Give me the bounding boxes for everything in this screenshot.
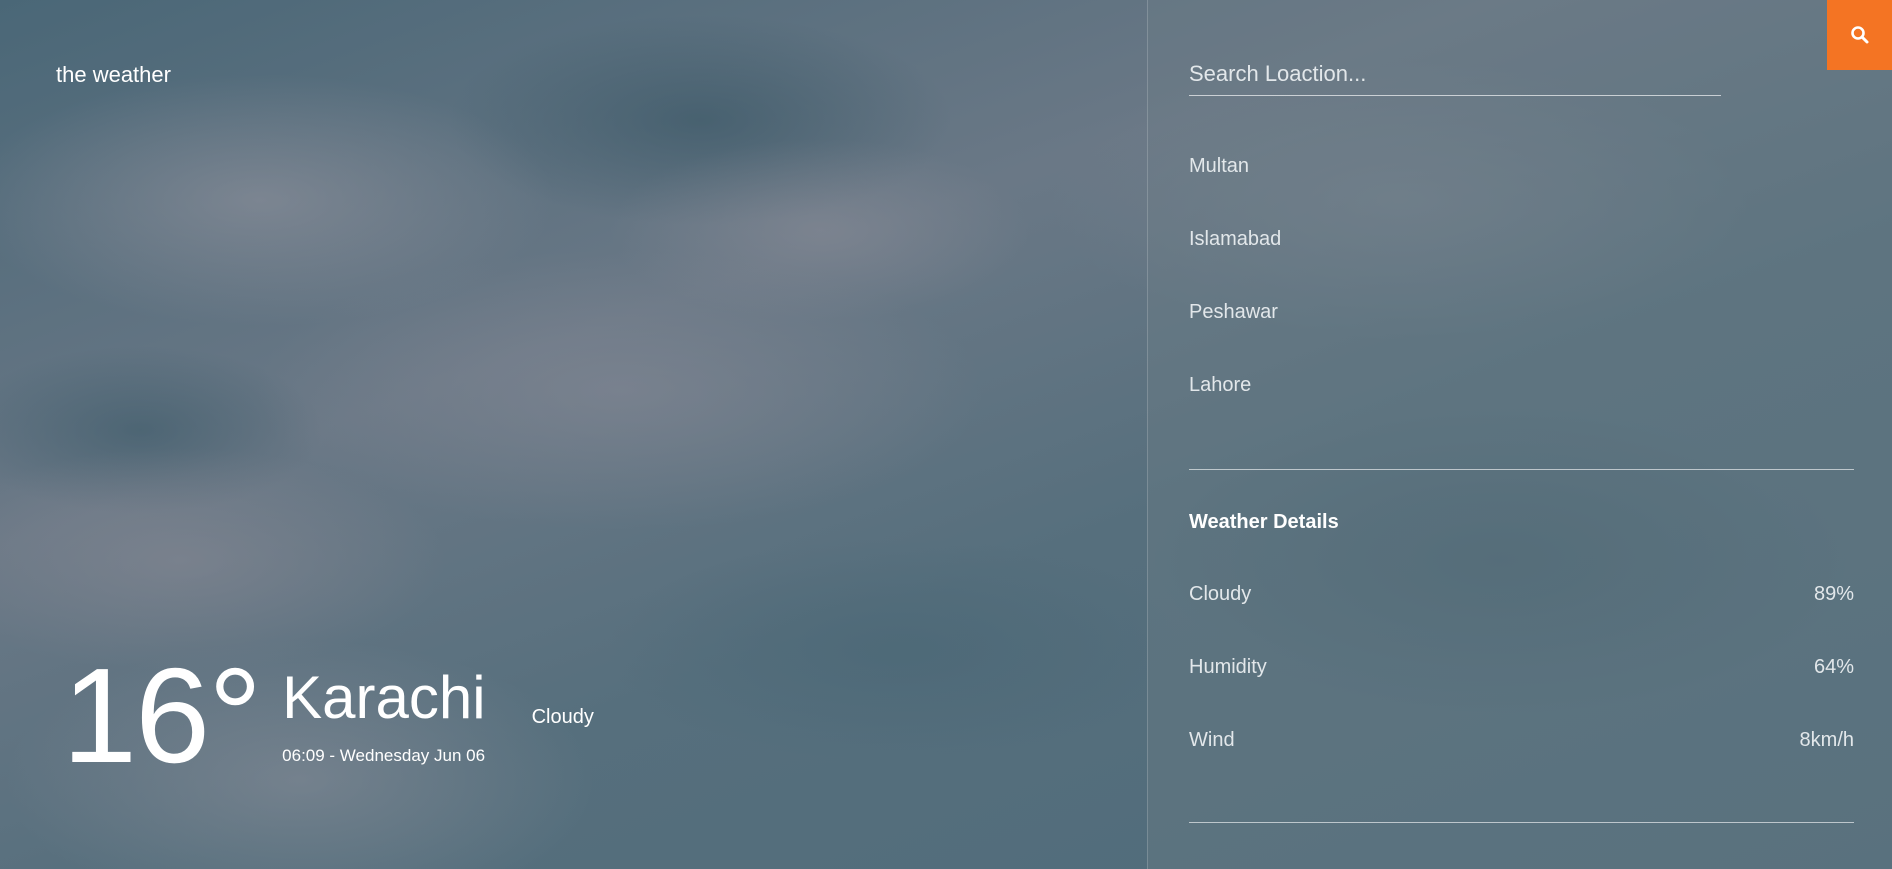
city-item[interactable]: Peshawar [1189, 301, 1281, 374]
search-icon [1850, 26, 1868, 44]
detail-value: 64% [1813, 656, 1854, 678]
detail-row-cloudy: Cloudy 89% [1189, 583, 1854, 656]
detail-row-wind: Wind 8km/h [1189, 729, 1854, 802]
brand-logo: the weather [56, 62, 171, 87]
divider [1189, 822, 1854, 823]
date-time: 06:09 - Wednesday Jun 06 [282, 746, 486, 765]
weather-details: Cloudy 89% Humidity 64% Wind 8km/h [1189, 583, 1854, 802]
detail-value: 89% [1813, 583, 1854, 605]
detail-label: Cloudy [1189, 583, 1252, 605]
detail-value: 8km/h [1799, 729, 1854, 751]
weather-condition: Cloudy [531, 706, 594, 728]
search-button[interactable] [1827, 0, 1892, 70]
detail-label: Humidity [1189, 656, 1267, 678]
city-item[interactable]: Multan [1189, 155, 1281, 228]
side-panel: Multan Islamabad Peshawar Lahore Weather… [1147, 0, 1892, 869]
detail-label: Wind [1189, 729, 1235, 751]
city-item[interactable]: Islamabad [1189, 228, 1281, 301]
location-block: Karachi 06:09 - Wednesday Jun 06 [282, 668, 485, 766]
city-name: Karachi [282, 664, 486, 731]
search-input[interactable] [1189, 52, 1721, 96]
city-list: Multan Islamabad Peshawar Lahore [1189, 155, 1281, 447]
temperature: 16° [62, 640, 262, 791]
details-title: Weather Details [1189, 511, 1339, 533]
current-weather: 16° Karachi 06:09 - Wednesday Jun 06 Clo… [62, 648, 594, 783]
city-item[interactable]: Lahore [1189, 374, 1281, 447]
detail-row-humidity: Humidity 64% [1189, 656, 1854, 729]
divider [1189, 469, 1854, 470]
